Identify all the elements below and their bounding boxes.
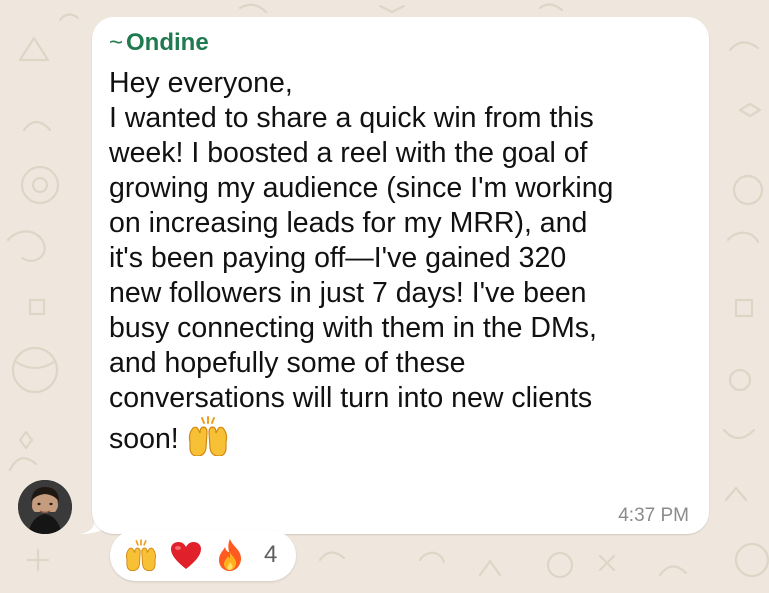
message-line: Hey everyone, (109, 67, 293, 99)
message-line: I wanted to share a quick win from this (109, 102, 594, 134)
message-timestamp: 4:37 PM (618, 505, 689, 526)
avatar[interactable] (18, 480, 72, 534)
message-line: growing my audience (since I'm working (109, 172, 614, 204)
avatar-image (18, 480, 72, 534)
fire-emoji-icon (219, 539, 242, 571)
message-line: busy connecting with them in the DMs, (109, 312, 597, 344)
red-heart-emoji-icon (171, 542, 201, 569)
message-line-text: soon! (109, 423, 179, 455)
sender-prefix: ~ (109, 29, 124, 56)
message-text: Hey everyone, I wanted to share a quick … (109, 66, 613, 457)
reaction-count: 4 (264, 541, 278, 568)
raising-hands-emoji-icon (188, 416, 227, 456)
message-line: week! I boosted a reel with the goal of (109, 137, 588, 169)
message-bubble[interactable]: ~ Ondine Hey everyone, I wanted to share … (92, 17, 709, 534)
message-line: it's been paying off—I've gained 320 (109, 242, 567, 274)
message-line: on increasing leads for my MRR), and (109, 207, 588, 239)
message-line: and hopefully some of these (109, 347, 466, 379)
raising-hands-emoji-icon (126, 539, 156, 571)
message-line-last: soon! (109, 416, 613, 457)
reaction-pill[interactable]: 4 (110, 530, 296, 581)
message-line: conversations will turn into new clients (109, 382, 593, 414)
sender-name[interactable]: ~ Ondine (109, 29, 209, 57)
message-line: new followers in just 7 days! I've been (109, 277, 587, 309)
sender-label: Ondine (126, 29, 209, 56)
